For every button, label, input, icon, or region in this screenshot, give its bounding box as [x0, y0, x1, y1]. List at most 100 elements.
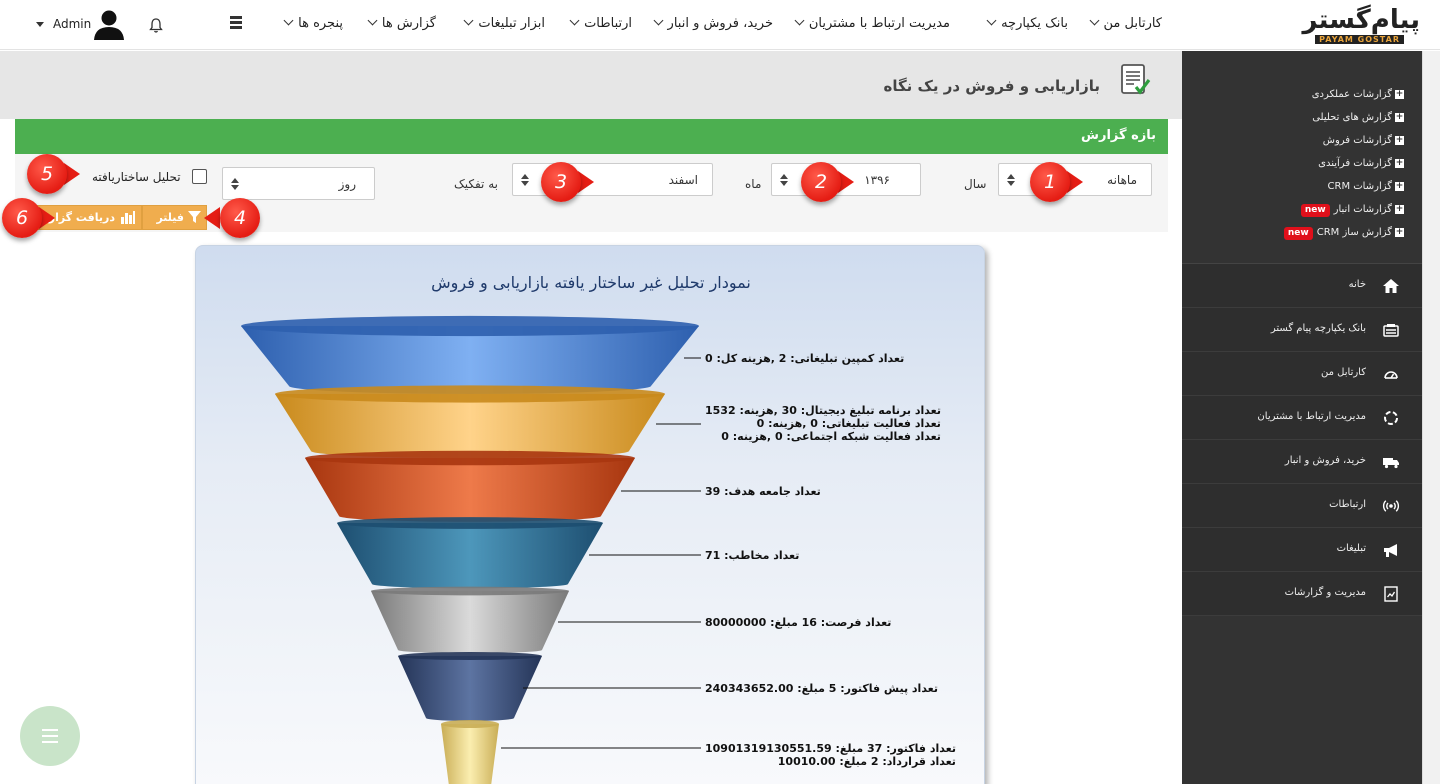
page-scrollbar[interactable]	[1422, 51, 1440, 784]
sidebar-item-label: مدیریت ارتباط با مشتریان	[1257, 411, 1366, 422]
funnel-stage-2	[275, 394, 665, 458]
plus-icon: +	[1395, 88, 1404, 99]
funnel-stage-label-1: تعداد کمپین تبلیغاتی: 2 ,هزینه کل: 0	[705, 352, 905, 365]
funnel-stage-4	[337, 523, 603, 589]
caret-down-icon[interactable]	[36, 22, 44, 27]
funnel-stage-1	[241, 326, 699, 394]
filter-button[interactable]: فیلتر	[142, 205, 207, 230]
nav-label: ارتباطات	[584, 16, 632, 31]
step-marker-4: 4	[220, 198, 260, 238]
report-label: گزارشات فرآیندی	[1318, 158, 1392, 169]
sort-arrows-icon	[231, 178, 239, 190]
nav-label: کارتابل من	[1103, 16, 1162, 31]
sidebar-item-crm[interactable]: مدیریت ارتباط با مشتریان	[1182, 396, 1422, 440]
nav-crm[interactable]: مدیریت ارتباط با مشتریان	[794, 15, 950, 31]
funnel-stage-3	[305, 458, 635, 522]
sort-arrows-icon	[521, 174, 529, 186]
funnel-stage-top-5	[371, 586, 569, 596]
report-link-sales[interactable]: +گزارشات فروش	[1323, 135, 1404, 146]
hamburger-menu-icon[interactable]	[230, 16, 242, 30]
sidebar: +گزارشات عملکردی +گزارش های تحلیلی +گزار…	[1182, 51, 1422, 784]
report-link-crm[interactable]: +گزارشات CRM	[1328, 181, 1404, 192]
step-marker-1: 1	[1030, 162, 1070, 202]
funnel-stage-label-2: تعداد برنامه تبلیغ دیجیتال: 30 ,هزینه: 1…	[705, 404, 941, 443]
funnel-stage-6	[398, 656, 542, 721]
nav-label: ابزار تبلیغات	[478, 16, 545, 31]
report-link-warehouse[interactable]: +گزارشات انبارnew	[1300, 203, 1404, 217]
sort-arrows-icon	[780, 174, 788, 186]
home-icon	[1383, 279, 1399, 293]
report-period-bar: بازه گزارش	[15, 119, 1168, 154]
selected-value: ۱۳۹۶	[864, 173, 890, 187]
structured-analysis-checkbox[interactable]	[192, 169, 207, 184]
sidebar-item-sales-inventory[interactable]: خرید، فروش و انبار	[1182, 440, 1422, 484]
crm-icon	[1384, 411, 1398, 425]
sidebar-item-label: ارتباطات	[1329, 499, 1366, 510]
sidebar-item-management-reports[interactable]: مدیریت و گزارشات	[1182, 572, 1422, 616]
chevron-down-icon	[1089, 15, 1099, 26]
year-label: سال	[964, 177, 987, 191]
plus-icon: +	[1395, 203, 1404, 214]
nav-windows[interactable]: پنجره ها	[283, 15, 343, 31]
plus-icon: +	[1395, 134, 1404, 145]
sidebar-item-advertising[interactable]: تبلیغات	[1182, 528, 1422, 572]
selected-value: روز	[338, 177, 356, 191]
chevron-down-icon	[794, 15, 805, 26]
nav-label: گزارش ها	[381, 16, 436, 31]
month-label: ماه	[745, 177, 762, 191]
sidebar-item-integrated-bank[interactable]: بانک یکپارچه پیام گستر	[1182, 308, 1422, 352]
sidebar-item-label: خرید، فروش و انبار	[1284, 455, 1366, 466]
funnel-chart	[241, 315, 701, 784]
report-link-process[interactable]: +گزارشات فرآیندی	[1318, 158, 1404, 169]
sidebar-item-label: خانه	[1348, 279, 1366, 290]
nav-communications[interactable]: ارتباطات	[569, 15, 632, 31]
sidebar-item-home[interactable]: خانه	[1182, 264, 1422, 308]
report-label: گزارشات عملکردی	[1311, 89, 1392, 100]
logo-text: پیام‌گستر	[1302, 5, 1421, 35]
report-link-crm-builder[interactable]: +گزارش ساز CRMnew	[1283, 226, 1404, 240]
sidebar-item-label: مدیریت و گزارشات	[1284, 587, 1366, 598]
nav-ad-tools[interactable]: ابزار تبلیغات	[463, 15, 545, 31]
brand-logo[interactable]: پیام‌گستر PAYAM GOSTAR	[1296, 5, 1421, 45]
funnel-stage-label-3: تعداد جامعه هدف: 39	[705, 485, 821, 498]
period-title: بازه گزارش	[1081, 128, 1156, 143]
nav-my-desk[interactable]: کارتابل من	[1089, 15, 1162, 31]
plus-icon: +	[1395, 111, 1404, 122]
breakdown-select[interactable]: روز	[222, 167, 375, 200]
sidebar-item-my-desk[interactable]: کارتابل من	[1182, 352, 1422, 396]
step-marker-5: 5	[27, 154, 67, 194]
report-link-performance[interactable]: +گزارشات عملکردی	[1312, 89, 1404, 100]
report-label: گزارشات انبار	[1333, 204, 1392, 215]
report-link-analytical[interactable]: +گزارش های تحلیلی	[1312, 112, 1404, 123]
plus-icon: +	[1395, 226, 1404, 237]
nav-sales-inventory[interactable]: خرید، فروش و انبار	[653, 15, 773, 31]
funnel-stage-top-1	[241, 315, 699, 337]
funnel-stage-label-6: تعداد پیش فاکتور: 5 مبلغ: 240343652.00	[705, 682, 939, 695]
nav-label: بانک یکپارچه	[1001, 16, 1068, 31]
logo-subtext: PAYAM GOSTAR	[1315, 35, 1404, 44]
page-title: بازاریابی و فروش در یک نگاه	[883, 77, 1100, 95]
chevron-down-icon	[367, 15, 378, 26]
page-header: بازاریابی و فروش در یک نگاه	[0, 51, 1182, 119]
sidebar-item-label: کارتابل من	[1321, 367, 1366, 378]
chevron-down-icon	[653, 15, 663, 26]
breakdown-label: به تفکیک	[454, 177, 498, 191]
sort-arrows-icon	[1007, 174, 1015, 186]
funnel-stage-top-3	[305, 450, 635, 466]
funnel-stage-top-4	[337, 517, 603, 529]
bell-icon[interactable]	[148, 17, 164, 34]
user-avatar-icon[interactable]	[92, 8, 126, 42]
sidebar-item-communications[interactable]: ارتباطات	[1182, 484, 1422, 528]
nav-integrated-bank[interactable]: بانک یکپارچه	[986, 15, 1068, 31]
floating-menu-button[interactable]	[20, 706, 80, 766]
sidebar-item-label: تبلیغات	[1336, 543, 1366, 554]
funnel-filter-icon	[188, 211, 201, 223]
sidebar-item-label: بانک یکپارچه پیام گستر	[1270, 323, 1366, 334]
step-marker-2: 2	[801, 162, 841, 202]
funnel-stage-label-5: تعداد فرصت: 16 مبلغ: 80000000	[705, 616, 892, 629]
funnel-chart-panel: نمودار تحلیل غیر ساختار یافته بازاریابی …	[195, 245, 985, 784]
nav-reports[interactable]: گزارش ها	[367, 15, 436, 31]
username[interactable]: Admin	[53, 17, 91, 31]
megaphone-icon	[1384, 544, 1397, 557]
broadcast-icon	[1382, 500, 1400, 512]
